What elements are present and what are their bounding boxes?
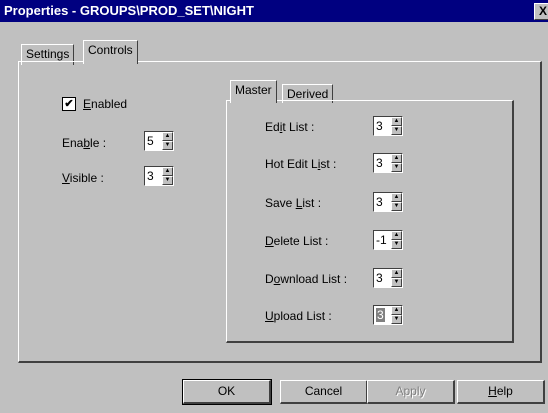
spin-down-icon[interactable]: ▼ [391,240,402,249]
spin-down-icon[interactable]: ▼ [162,141,173,150]
apply-button[interactable]: Apply [367,380,455,404]
title-bar: Properties - GROUPS\PROD_SET\NIGHT X [0,0,548,22]
tab-derived-label: Derived [287,87,329,101]
save-list-label-prefix: Save [265,196,296,210]
help-button[interactable]: Help [457,380,545,404]
spin-up-icon[interactable]: ▲ [391,117,402,126]
hot-edit-list-label: Hot Edit List : [265,157,336,171]
edit-list-label: Edit List : [265,120,314,134]
save-list-label-rest: ist : [302,196,322,210]
enable-label: Enable : [62,136,106,150]
download-list-label-rest: wnload List : [280,272,348,286]
cancel-button[interactable]: Cancel [280,380,368,404]
spin-up-icon[interactable]: ▲ [391,306,402,315]
visible-label-mnemonic: V [62,171,70,185]
enabled-checkbox[interactable]: ✔ [62,97,76,111]
upload-list-label: Upload List : [265,309,332,323]
tab-controls-label: Controls [88,43,133,57]
master-panel [226,100,514,343]
spin-up-icon[interactable]: ▲ [391,269,402,278]
close-button[interactable]: X [534,3,548,20]
help-label-rest: elp [496,384,513,398]
spin-up-icon[interactable]: ▲ [391,154,402,163]
upload-list-label-mnemonic: U [265,309,274,323]
tab-settings-label: Settings [26,47,70,61]
spin-up-icon[interactable]: ▲ [162,132,173,141]
download-list-value[interactable]: 3 [376,271,383,285]
delete-list-label-mnemonic: D [265,234,274,248]
enable-stepper[interactable]: 5 ▲ ▼ [144,131,174,151]
spin-down-icon[interactable]: ▼ [391,278,402,287]
visible-label-rest: isible : [69,171,104,185]
spin-down-icon[interactable]: ▼ [162,176,173,185]
save-list-value[interactable]: 3 [376,195,383,209]
ok-button[interactable]: OK [182,379,272,405]
download-list-label: Download List : [265,272,347,286]
save-list-label: Save List : [265,196,321,210]
spin-up-icon[interactable]: ▲ [391,193,402,202]
spin-up-icon[interactable]: ▲ [391,231,402,240]
tab-controls[interactable]: Controls [83,40,138,64]
hot-edit-list-label-rest: st : [320,157,337,171]
delete-list-value[interactable]: -1 [376,233,387,247]
check-icon: ✔ [64,98,74,110]
spin-down-icon[interactable]: ▼ [391,126,402,135]
upload-list-stepper[interactable]: 3 ▲ ▼ [373,305,403,325]
delete-list-label: Delete List : [265,234,328,248]
enabled-label-mnemonic: E [83,97,92,111]
delete-list-stepper[interactable]: -1 ▲ ▼ [373,230,403,250]
save-list-stepper[interactable]: 3 ▲ ▼ [373,192,403,212]
tab-master-label: Master [235,83,272,97]
enabled-label-rest: nabled [91,97,128,111]
hot-edit-list-label-prefix: Hot Edit L [265,157,318,171]
spin-down-icon[interactable]: ▼ [391,163,402,172]
edit-list-value[interactable]: 3 [376,119,383,133]
enabled-label[interactable]: Enabled [83,97,127,111]
download-list-label-prefix: D [265,272,274,286]
visible-label: Visible : [62,171,104,185]
edit-list-label-prefix: Ed [265,120,280,134]
upload-list-value[interactable]: 3 [376,308,385,322]
window-title: Properties - GROUPS\PROD_SET\NIGHT [4,3,254,18]
enable-label-rest: le : [90,136,107,150]
visible-stepper[interactable]: 3 ▲ ▼ [144,166,174,186]
spin-up-icon[interactable]: ▲ [162,167,173,176]
tab-master[interactable]: Master [230,80,277,103]
upload-list-label-rest: pload List : [273,309,332,323]
edit-list-label-rest: t List : [282,120,315,134]
enable-value[interactable]: 5 [147,134,154,148]
download-list-stepper[interactable]: 3 ▲ ▼ [373,268,403,288]
hot-edit-list-value[interactable]: 3 [376,156,383,170]
enable-label-prefix: Ena [62,136,84,150]
close-icon: X [538,4,547,18]
help-label-mnemonic: H [488,384,497,398]
spin-down-icon[interactable]: ▼ [391,315,402,324]
spin-down-icon[interactable]: ▼ [391,202,402,211]
hot-edit-list-stepper[interactable]: 3 ▲ ▼ [373,153,403,173]
visible-value[interactable]: 3 [147,169,154,183]
edit-list-stepper[interactable]: 3 ▲ ▼ [373,116,403,136]
delete-list-label-rest: elete List : [273,234,329,248]
